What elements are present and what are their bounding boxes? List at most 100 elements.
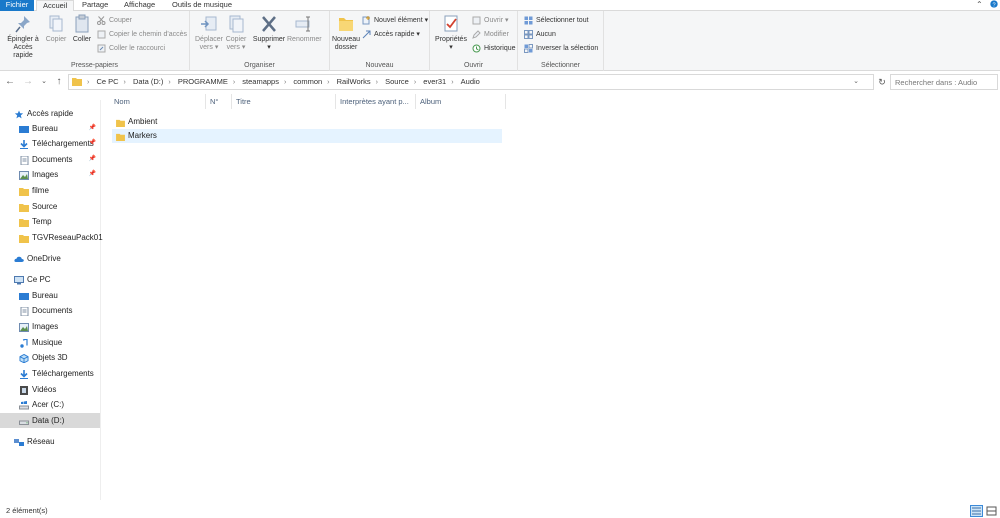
nav-pc-bureau[interactable]: Bureau	[0, 288, 100, 303]
tab-partage[interactable]: Partage	[76, 0, 114, 11]
pin-quick-access-button[interactable]: Épingler à Accès rapide	[3, 14, 43, 60]
nav-pc-images[interactable]: Images	[0, 319, 100, 334]
nav-quick-temp[interactable]: Temp	[0, 214, 100, 229]
file-row-markers[interactable]: Markers	[112, 129, 502, 143]
nav-pc-musique[interactable]: Musique	[0, 335, 100, 350]
file-row-ambient[interactable]: Ambient	[112, 115, 502, 129]
properties-button[interactable]: Propriétés ▾	[434, 14, 468, 52]
history-button[interactable]: Historique	[472, 43, 516, 54]
search-input[interactable]	[891, 75, 997, 89]
music-note-icon	[19, 338, 29, 348]
select-none-button[interactable]: Aucun	[524, 29, 556, 40]
forward-arrow-icon[interactable]: →	[22, 75, 34, 89]
address-dropdown-icon[interactable]: ⌄	[853, 75, 859, 89]
copy-button[interactable]: Copier	[44, 14, 68, 44]
column-header-interpretes[interactable]: Interprètes ayant p...	[336, 94, 416, 109]
up-arrow-icon[interactable]: ↑	[53, 75, 65, 89]
nav-quick-tgvreseaupack01[interactable]: TGVReseauPack01	[0, 230, 103, 245]
select-all-button[interactable]: Sélectionner tout	[524, 15, 589, 26]
tab-outils-musique[interactable]: Outils de musique	[166, 0, 238, 11]
breadcrumb-chevron-icon: ›	[87, 79, 90, 86]
help-icon[interactable]: ?	[990, 0, 998, 10]
delete-button[interactable]: Supprimer ▾	[252, 14, 286, 52]
pin-icon[interactable]: 📌	[89, 167, 96, 182]
breadcrumb-data-d[interactable]: Data (D:)	[133, 75, 163, 89]
address-bar[interactable]: › Ce PC › Data (D:) › PROGRAMME › steamapps…	[68, 74, 874, 90]
refresh-icon[interactable]: ↻	[876, 74, 888, 90]
breadcrumb-ce-pc[interactable]: Ce PC	[96, 75, 118, 89]
rename-button[interactable]: Renommer	[287, 14, 322, 44]
tab-affichage[interactable]: Affichage	[118, 0, 161, 11]
nav-pc-telechargements[interactable]: Téléchargements	[0, 366, 100, 381]
search-box[interactable]	[890, 74, 998, 90]
details-view-icon[interactable]	[970, 505, 983, 517]
nav-quick-source[interactable]: Source	[0, 199, 100, 214]
status-bar: 2 élément(s)	[0, 504, 1000, 518]
clipboard-icon	[75, 14, 89, 33]
breadcrumb-chevron-icon[interactable]: ›	[233, 76, 235, 90]
nav-quick-access[interactable]: Accès rapide	[0, 106, 100, 121]
nav-pc-documents[interactable]: Documents	[0, 303, 100, 318]
paste-button[interactable]: Coller	[71, 14, 93, 44]
properties-icon	[444, 15, 458, 32]
column-header-nom[interactable]: Nom	[110, 94, 206, 109]
edit-icon	[472, 29, 481, 39]
column-header-numero[interactable]: N°	[206, 94, 232, 109]
move-to-button[interactable]: Déplacer vers ▾	[195, 14, 223, 52]
pin-icon[interactable]: 📌	[89, 121, 96, 136]
breadcrumb-ever31[interactable]: ever31	[423, 75, 446, 89]
easy-access-button[interactable]: Accès rapide ▾	[362, 29, 420, 40]
paste-shortcut-button[interactable]: Coller le raccourci	[97, 43, 165, 54]
breadcrumb-common[interactable]: common	[293, 75, 322, 89]
column-header-titre[interactable]: Titre	[232, 94, 336, 109]
copy-icon	[49, 15, 63, 32]
breadcrumb-chevron-icon[interactable]: ›	[327, 76, 329, 90]
cube-3d-icon	[19, 353, 29, 364]
nav-quick-filme[interactable]: filme	[0, 183, 100, 198]
nav-onedrive[interactable]: OneDrive	[0, 251, 100, 266]
large-icons-view-icon[interactable]	[985, 505, 998, 517]
new-folder-button[interactable]: Nouveau dossier	[332, 14, 360, 52]
breadcrumb-audio[interactable]: Audio	[461, 75, 480, 89]
breadcrumb-chevron-icon[interactable]: ›	[284, 76, 286, 90]
breadcrumb-programme[interactable]: PROGRAMME	[178, 75, 228, 89]
tab-fichier[interactable]: Fichier	[0, 0, 34, 11]
images-icon	[19, 322, 29, 332]
nav-pc-acer-c[interactable]: Acer (C:)	[0, 397, 100, 412]
breadcrumb-chevron-icon[interactable]: ›	[168, 76, 170, 90]
breadcrumb-chevron-icon[interactable]: ›	[451, 76, 453, 90]
invert-selection-button[interactable]: Inverser la sélection	[524, 43, 598, 54]
nav-ce-pc[interactable]: Ce PC	[0, 272, 100, 287]
nav-pc-data-d[interactable]: Data (D:)	[0, 413, 100, 428]
pin-icon[interactable]: 📌	[89, 136, 96, 151]
open-button[interactable]: Ouvrir ▾	[472, 15, 509, 26]
breadcrumb-source[interactable]: Source	[385, 75, 409, 89]
folder-icon	[116, 132, 125, 141]
nav-pc-videos[interactable]: Vidéos	[0, 382, 100, 397]
nav-quick-documents[interactable]: Documents 📌	[0, 152, 100, 167]
collapse-ribbon-icon[interactable]: ⌃	[976, 0, 983, 9]
breadcrumb-railworks[interactable]: RailWorks	[337, 75, 371, 89]
edit-button[interactable]: Modifier	[472, 29, 509, 40]
new-item-button[interactable]: Nouvel élément ▾	[362, 15, 428, 26]
nav-reseau[interactable]: Réseau	[0, 434, 100, 449]
system-drive-icon	[19, 400, 29, 410]
nav-quick-telechargements[interactable]: Téléchargements 📌	[0, 136, 100, 151]
breadcrumb-steamapps[interactable]: steamapps	[242, 75, 279, 89]
copy-path-button[interactable]: Copier le chemin d'accès	[97, 29, 187, 40]
breadcrumb-chevron-icon[interactable]: ›	[124, 76, 126, 90]
pin-icon[interactable]: 📌	[89, 152, 96, 167]
nav-quick-bureau[interactable]: Bureau 📌	[0, 121, 100, 136]
navigation-pane: Accès rapide Bureau 📌 Téléchargements 📌 …	[0, 100, 103, 500]
nav-quick-images[interactable]: Images 📌	[0, 167, 100, 182]
copy-to-button[interactable]: Copier vers ▾	[224, 14, 248, 52]
back-arrow-icon[interactable]: ←	[4, 75, 16, 89]
group-label-nouveau: Nouveau	[365, 62, 394, 69]
cut-button[interactable]: Couper	[97, 15, 132, 26]
recent-locations-chevron-icon[interactable]: ⌄	[38, 75, 50, 89]
nav-pc-objets-3d[interactable]: Objets 3D	[0, 350, 100, 365]
star-icon	[14, 109, 24, 119]
column-header-album[interactable]: Album	[416, 94, 506, 109]
breadcrumb-chevron-icon[interactable]: ›	[376, 76, 378, 90]
breadcrumb-chevron-icon[interactable]: ›	[414, 76, 416, 90]
